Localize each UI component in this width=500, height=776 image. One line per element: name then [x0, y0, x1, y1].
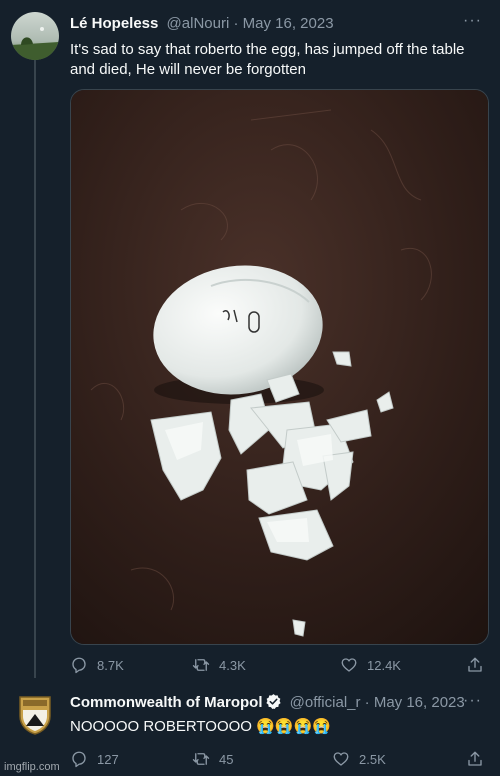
share-icon: [468, 657, 482, 672]
like-count: 2.5K: [359, 751, 386, 767]
heart-icon: [341, 658, 357, 672]
reply-button[interactable]: 8.7K: [70, 656, 124, 674]
retweet-count: 4.3K: [219, 657, 246, 673]
retweet-count: 45: [219, 751, 234, 767]
tweet-2[interactable]: Commonwealth of Maropol @official_r · Ma…: [0, 680, 500, 776]
tweet-actions: 8.7K 4.3K 12.4K: [70, 656, 490, 676]
share-button[interactable]: [466, 656, 484, 674]
tweet-header: Commonwealth of Maropol @official_r · Ma…: [70, 693, 465, 716]
share-button[interactable]: [466, 750, 484, 768]
tweet-actions: 127 45 2.5K: [70, 750, 490, 770]
reply-button[interactable]: 127: [70, 750, 119, 768]
thread-line: [34, 60, 36, 678]
tweet-text: It's sad to say that roberto the egg, ha…: [70, 41, 465, 78]
reply-icon: [72, 657, 86, 674]
reply-count: 127: [97, 751, 119, 767]
author-name[interactable]: Lé Hopeless: [70, 15, 158, 32]
share-icon: [468, 751, 482, 766]
retweet-icon: [192, 659, 210, 671]
tweet-header: Lé Hopeless @alNouri · May 16, 2023: [70, 14, 334, 34]
author-handle[interactable]: @alNouri: [167, 15, 230, 32]
avatar[interactable]: [14, 694, 56, 736]
separator: ·: [360, 694, 374, 711]
retweet-icon: [192, 753, 210, 765]
author-name[interactable]: Commonwealth of Maropol: [70, 694, 263, 711]
tweet-date[interactable]: May 16, 2023: [243, 15, 334, 32]
tweet-date[interactable]: May 16, 2023: [374, 694, 465, 711]
like-count: 12.4K: [367, 657, 401, 673]
reply-icon: [72, 751, 86, 768]
watermark: imgflip.com: [4, 761, 60, 773]
tweet-photo[interactable]: [70, 89, 489, 645]
retweet-button[interactable]: 45: [192, 750, 233, 768]
like-button[interactable]: 12.4K: [340, 656, 401, 674]
avatar[interactable]: [11, 12, 59, 60]
egg-photo-image: [71, 90, 488, 644]
more-options-button[interactable]: ···: [463, 12, 482, 30]
heart-icon: [333, 752, 349, 766]
reply-count: 8.7K: [97, 657, 124, 673]
like-button[interactable]: 2.5K: [332, 750, 386, 768]
more-options-button[interactable]: ···: [463, 692, 482, 710]
verified-badge-icon: [265, 693, 282, 716]
tweet-1[interactable]: Lé Hopeless @alNouri · May 16, 2023 ··· …: [0, 0, 500, 680]
author-handle[interactable]: @official_r: [290, 694, 361, 711]
retweet-button[interactable]: 4.3K: [192, 656, 246, 674]
separator: ·: [229, 15, 243, 32]
tweet-text: NOOOOO ROBERTOOOO 😭😭😭😭: [70, 718, 331, 735]
